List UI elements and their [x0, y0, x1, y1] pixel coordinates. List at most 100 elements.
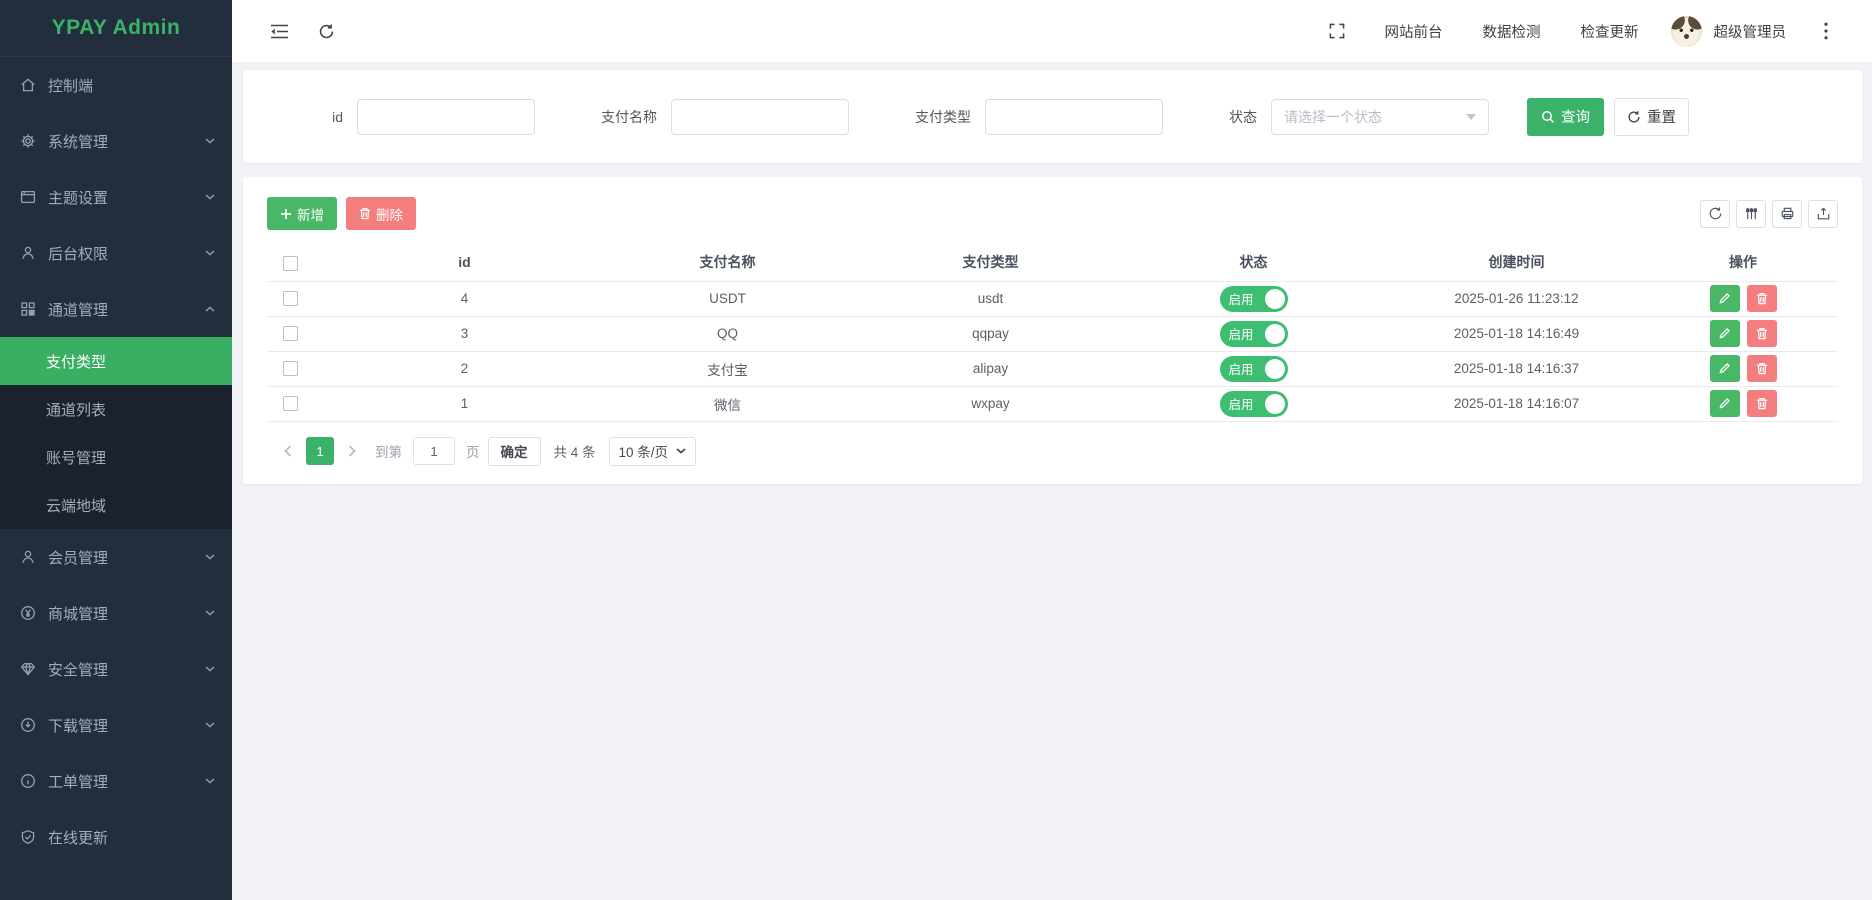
cell-id: 2 — [333, 351, 596, 386]
sidebar-item-label: 主题设置 — [48, 187, 108, 208]
download-icon — [20, 717, 36, 733]
filter-bar: id 支付名称 支付类型 状态 请选择一个状态 查询 — [243, 70, 1862, 163]
cell-type: alipay — [859, 351, 1122, 386]
row-checkbox[interactable] — [283, 396, 298, 411]
sidebar-item-theme[interactable]: 主题设置 — [0, 169, 232, 225]
sidebar-item-label: 安全管理 — [48, 659, 108, 680]
submenu-item-pay-type[interactable]: 支付类型 — [0, 337, 232, 385]
submenu-item-cloud-region[interactable]: 云端地域 — [0, 481, 232, 529]
row-checkbox[interactable] — [283, 291, 298, 306]
export-button[interactable] — [1808, 200, 1838, 228]
goto-confirm-button[interactable]: 确定 — [488, 437, 541, 466]
filter-type-input[interactable] — [985, 99, 1163, 135]
table-panel: 新增 删除 — [243, 177, 1862, 484]
edit-button[interactable] — [1710, 390, 1740, 417]
status-toggle[interactable]: 启用 — [1220, 321, 1288, 347]
collapse-sidebar-icon[interactable] — [270, 24, 289, 39]
toggle-columns-button[interactable] — [1736, 200, 1766, 228]
pencil-icon — [1718, 397, 1731, 410]
caret-down-icon — [1466, 114, 1476, 120]
sidebar-item-security[interactable]: 安全管理 — [0, 641, 232, 697]
topbar-link-data-check[interactable]: 数据检测 — [1483, 21, 1541, 42]
reset-button[interactable]: 重置 — [1614, 98, 1689, 136]
pagination: 1 到第 页 确定 共 4 条 10 条/页 — [267, 437, 1838, 466]
chevron-down-icon — [205, 554, 215, 560]
print-button[interactable] — [1772, 200, 1802, 228]
row-delete-button[interactable] — [1747, 320, 1777, 347]
sidebar-item-download[interactable]: 下载管理 — [0, 697, 232, 753]
cell-created: 2025-01-18 14:16:37 — [1385, 351, 1648, 386]
sidebar-item-system[interactable]: 系统管理 — [0, 113, 232, 169]
sidebar-item-ticket[interactable]: 工单管理 — [0, 753, 232, 809]
filter-type-label: 支付类型 — [915, 107, 971, 127]
filter-id-input[interactable] — [357, 99, 535, 135]
goto-page-input[interactable] — [413, 437, 455, 465]
page-size-select[interactable]: 10 条/页 — [609, 437, 697, 466]
sidebar-item-member[interactable]: 会员管理 — [0, 529, 232, 585]
row-checkbox[interactable] — [283, 361, 298, 376]
trash-icon — [1756, 397, 1768, 410]
topbar: 网站前台 数据检测 检查更新 超级管理员 — [232, 0, 1872, 62]
toggle-knob — [1265, 394, 1285, 414]
current-page[interactable]: 1 — [306, 437, 334, 465]
cell-name: QQ — [596, 316, 859, 351]
table-row: 2 支付宝 alipay 启用 2025-01-18 14:16:37 — [267, 351, 1838, 386]
user-name[interactable]: 超级管理员 — [1714, 21, 1787, 42]
row-delete-button[interactable] — [1747, 285, 1777, 312]
edit-button[interactable] — [1710, 355, 1740, 382]
security-gem-icon — [20, 661, 36, 677]
refresh-table-button[interactable] — [1700, 200, 1730, 228]
permission-icon — [20, 245, 36, 261]
columns-icon — [1744, 206, 1759, 221]
topbar-link-check-update[interactable]: 检查更新 — [1581, 21, 1639, 42]
sidebar-item-label: 会员管理 — [48, 547, 108, 568]
delete-button[interactable]: 删除 — [346, 197, 416, 230]
main-area: 网站前台 数据检测 检查更新 超级管理员 id 支付名称 支付类型 — [232, 0, 1872, 900]
fullscreen-icon[interactable] — [1329, 23, 1345, 39]
edit-button[interactable] — [1710, 320, 1740, 347]
filter-name-input[interactable] — [671, 99, 849, 135]
prev-page-icon[interactable] — [279, 445, 297, 457]
col-created: 创建时间 — [1385, 244, 1648, 281]
table-row: 3 QQ qqpay 启用 2025-01-18 14:16:49 — [267, 316, 1838, 351]
filter-status-select[interactable]: 请选择一个状态 — [1271, 99, 1489, 135]
goto-suffix: 页 — [466, 441, 480, 461]
next-page-icon[interactable] — [343, 445, 361, 457]
table-header-row: id 支付名称 支付类型 状态 创建时间 操作 — [267, 244, 1838, 281]
toggle-knob — [1265, 359, 1285, 379]
chevron-down-icon — [205, 138, 215, 144]
toggle-knob — [1265, 289, 1285, 309]
sidebar-item-label: 工单管理 — [48, 771, 108, 792]
total-count: 共 4 条 — [554, 441, 596, 461]
table-toolbar: 新增 删除 — [267, 197, 1838, 230]
row-checkbox[interactable] — [283, 326, 298, 341]
sidebar-item-permission[interactable]: 后台权限 — [0, 225, 232, 281]
cell-name: 微信 — [596, 386, 859, 421]
status-toggle[interactable]: 启用 — [1220, 286, 1288, 312]
refresh-page-icon[interactable] — [318, 23, 335, 40]
submenu-item-channel-list[interactable]: 通道列表 — [0, 385, 232, 433]
select-placeholder: 请选择一个状态 — [1284, 107, 1382, 127]
topbar-link-site-front[interactable]: 网站前台 — [1385, 21, 1443, 42]
cell-name: USDT — [596, 281, 859, 316]
status-toggle[interactable]: 启用 — [1220, 391, 1288, 417]
row-delete-button[interactable] — [1747, 390, 1777, 417]
sidebar-item-update[interactable]: 在线更新 — [0, 809, 232, 865]
sidebar-item-channel[interactable]: 通道管理 — [0, 281, 232, 337]
goto-prefix: 到第 — [375, 441, 402, 461]
select-all-checkbox[interactable] — [283, 256, 298, 271]
edit-button[interactable] — [1710, 285, 1740, 312]
trash-icon — [1756, 362, 1768, 375]
add-button[interactable]: 新增 — [267, 197, 337, 230]
plus-icon — [280, 208, 292, 220]
sidebar-item-control[interactable]: 控制端 — [0, 57, 232, 113]
submenu-item-account[interactable]: 账号管理 — [0, 433, 232, 481]
trash-icon — [1756, 327, 1768, 340]
more-menu-icon[interactable] — [1824, 22, 1828, 40]
row-delete-button[interactable] — [1747, 355, 1777, 382]
avatar[interactable] — [1671, 16, 1702, 47]
col-status: 状态 — [1122, 244, 1385, 281]
status-toggle[interactable]: 启用 — [1220, 356, 1288, 382]
sidebar-item-mall[interactable]: 商城管理 — [0, 585, 232, 641]
search-button[interactable]: 查询 — [1527, 98, 1604, 136]
